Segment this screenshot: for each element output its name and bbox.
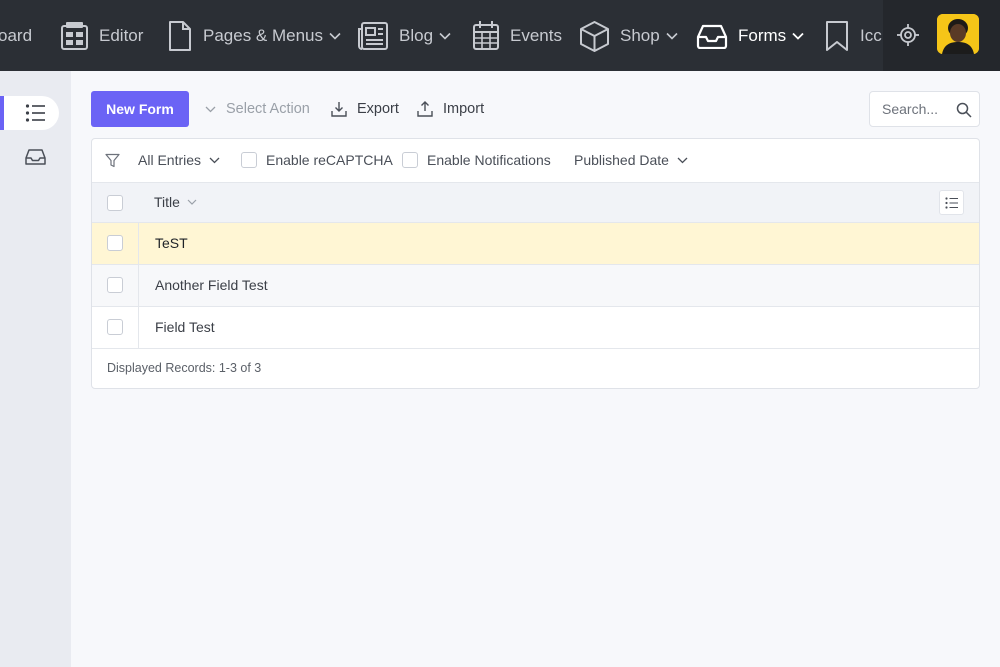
nav-item-forms-label: Forms <box>738 25 787 45</box>
avatar[interactable] <box>937 14 979 54</box>
row-title[interactable]: Field Test <box>155 319 215 335</box>
notifications-filter[interactable]: Enable Notifications <box>402 150 551 170</box>
list-icon[interactable] <box>25 103 46 128</box>
nav-item-events-label: Events <box>510 25 562 45</box>
nav-item-dashboard[interactable]: oard <box>0 0 32 71</box>
row-checkbox[interactable] <box>107 235 123 251</box>
nav-item-forms[interactable]: Forms <box>696 0 804 71</box>
nav-item-events[interactable]: Events <box>472 0 562 71</box>
nav-item-blog-label: Blog <box>399 25 434 45</box>
records-count: Displayed Records: 1-3 of 3 <box>107 361 262 375</box>
target-icon[interactable] <box>896 23 920 52</box>
download-icon <box>331 102 347 117</box>
nav-item-shop-label: Shop <box>620 25 660 45</box>
nav-item-icons[interactable]: Icc <box>824 0 882 71</box>
table-row[interactable]: Field Test <box>92 307 979 349</box>
filter-icon[interactable] <box>105 150 120 170</box>
chevron-down-icon <box>439 32 451 40</box>
chevron-down-icon <box>666 32 678 40</box>
table-header: Title <box>92 182 979 223</box>
row-title[interactable]: TeST <box>155 235 188 251</box>
title-column-label: Title <box>154 194 180 210</box>
recaptcha-filter[interactable]: Enable reCAPTCHA <box>241 150 393 170</box>
inbox-icon <box>696 23 728 49</box>
select-all-checkbox[interactable] <box>107 195 123 211</box>
search-input[interactable] <box>882 101 952 117</box>
page-icon <box>167 20 193 52</box>
published-date-dropdown[interactable]: Published Date <box>574 150 688 170</box>
nav-item-blog[interactable]: Blog <box>357 0 451 71</box>
row-checkbox-cell <box>92 265 139 306</box>
top-nav: oard Editor Pages & Menus Blog Events Sh… <box>0 0 1000 71</box>
bookmark-icon <box>824 20 850 52</box>
row-checkbox-cell <box>92 223 139 264</box>
notifications-label: Enable Notifications <box>427 152 551 168</box>
chevron-down-icon <box>677 157 688 163</box>
title-column-header[interactable]: Title <box>154 194 197 210</box>
box-icon <box>579 20 610 52</box>
select-action-dropdown[interactable]: Select Action <box>205 98 310 120</box>
recaptcha-label: Enable reCAPTCHA <box>266 152 393 168</box>
nav-item-dashboard-label: oard <box>0 25 33 45</box>
recaptcha-checkbox[interactable] <box>241 152 257 168</box>
all-entries-dropdown[interactable]: All Entries <box>138 150 220 170</box>
row-checkbox[interactable] <box>107 319 123 335</box>
select-all-cell <box>92 183 139 223</box>
search-box <box>869 91 980 127</box>
notifications-checkbox[interactable] <box>402 152 418 168</box>
nav-item-pages-menus-label: Pages & Menus <box>203 25 324 45</box>
list-icon <box>944 196 958 209</box>
column-settings-button[interactable] <box>939 190 964 215</box>
nav-item-pages-menus[interactable]: Pages & Menus <box>167 0 341 71</box>
search-icon[interactable] <box>956 102 972 123</box>
chevron-down-icon <box>205 106 216 112</box>
nav-item-editor-label: Editor <box>99 25 144 45</box>
row-title[interactable]: Another Field Test <box>155 277 268 293</box>
newspaper-icon <box>357 21 389 51</box>
table-row[interactable]: Another Field Test <box>92 265 979 307</box>
chevron-down-icon <box>792 32 804 40</box>
row-checkbox[interactable] <box>107 277 123 293</box>
import-label: Import <box>443 101 485 117</box>
nav-item-shop[interactable]: Shop <box>579 0 678 71</box>
new-form-button[interactable]: New Form <box>91 91 189 127</box>
published-date-label: Published Date <box>574 152 669 168</box>
forms-table-card: All Entries Enable reCAPTCHA Enable Noti… <box>91 138 980 389</box>
all-entries-label: All Entries <box>138 152 202 168</box>
export-label: Export <box>357 101 399 117</box>
calendar-icon <box>472 20 500 51</box>
filter-bar: All Entries Enable reCAPTCHA Enable Noti… <box>92 139 979 182</box>
editor-icon <box>60 21 89 51</box>
nav-item-editor[interactable]: Editor <box>60 0 143 71</box>
export-button[interactable]: Export <box>331 98 399 120</box>
select-action-label: Select Action <box>226 101 310 117</box>
chevron-down-icon <box>209 157 220 163</box>
sort-chevron-icon <box>187 199 197 205</box>
row-checkbox-cell <box>92 307 139 348</box>
import-button[interactable]: Import <box>417 98 484 120</box>
nav-item-icons-label: Icc <box>860 25 882 45</box>
chevron-down-icon <box>329 32 341 40</box>
inbox-icon[interactable] <box>25 148 46 171</box>
upload-icon <box>417 101 433 117</box>
table-row[interactable]: TeST <box>92 223 979 265</box>
